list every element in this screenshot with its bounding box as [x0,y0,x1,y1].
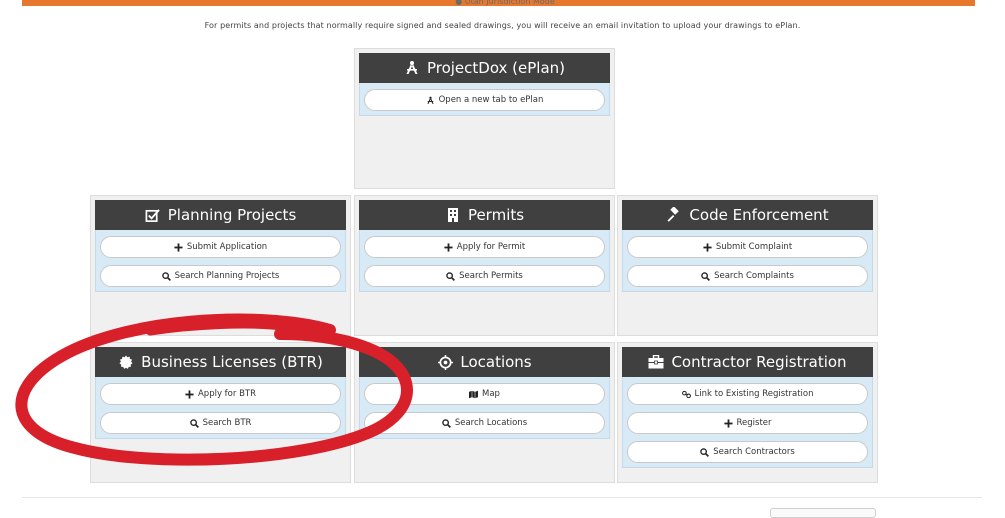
card-business-licenses: Business Licenses (BTR) Apply for BTR Se… [90,342,351,483]
apply-for-permit-button[interactable]: Apply for Permit [364,236,605,258]
card-header-business: Business Licenses (BTR) [95,347,346,377]
card-title-contractor: Contractor Registration [671,353,847,371]
submit-application-label: Submit Application [186,242,268,252]
checkbox-edit-icon [145,207,161,223]
link-existing-registration-label: Link to Existing Registration [694,389,814,399]
top-cut-text: ● Utah Jurisdiction Mode [455,0,555,6]
search-icon [700,447,710,457]
search-complaints-button[interactable]: Search Complaints [627,265,868,287]
search-permits-label: Search Permits [459,271,523,281]
plus-icon [174,242,183,252]
card-header-locations: Locations [359,347,610,377]
link-icon [681,390,691,399]
search-planning-projects-button[interactable]: Search Planning Projects [100,265,341,287]
submit-complaint-button[interactable]: Submit Complaint [627,236,868,258]
search-contractors-label: Search Contractors [713,447,795,457]
plus-icon [703,242,712,252]
intro-text: For permits and projects that normally r… [204,21,801,30]
link-existing-registration-button[interactable]: Link to Existing Registration [627,383,868,405]
search-icon [446,271,456,281]
footer-divider [22,497,982,498]
card-contractor-registration: Contractor Registration Link to Existing… [617,342,878,483]
compass-icon [426,96,435,105]
search-btr-label: Search BTR [202,418,252,428]
card-header-permits: Permits [359,200,610,230]
search-locations-button[interactable]: Search Locations [364,412,605,434]
card-header-contractor: Contractor Registration [622,347,873,377]
card-title-projectdox: ProjectDox (ePlan) [426,59,566,77]
submit-complaint-label: Submit Complaint [715,242,793,252]
search-icon [442,418,451,428]
submit-application-button[interactable]: Submit Application [100,236,341,258]
compass-icon [404,60,420,76]
card-title-permits: Permits [467,206,525,224]
bottom-right-button[interactable] [770,508,876,518]
plus-icon [185,389,194,399]
search-btr-button[interactable]: Search BTR [100,412,341,434]
plus-icon [723,418,733,428]
plus-icon [444,242,453,252]
card-body-permits: Apply for Permit Search Permits [359,230,610,292]
map-label: Map [482,389,500,399]
top-accent-bar: ● Utah Jurisdiction Mode [0,0,1005,6]
register-button[interactable]: Register [627,412,868,434]
target-icon [437,354,453,370]
search-complaints-label: Search Complaints [714,271,794,281]
search-locations-label: Search Locations [454,418,528,428]
card-locations: Locations Map Search Locations [354,342,615,483]
card-body-code: Submit Complaint Search Complaints [622,230,873,292]
search-icon [161,271,171,281]
certificate-icon [118,354,134,370]
open-eplan-button[interactable]: Open a new tab to ePlan [364,89,605,111]
card-body-planning: Submit Application Search Planning Proje… [95,230,346,292]
card-body-business: Apply for BTR Search BTR [95,377,346,439]
card-title-planning: Planning Projects [167,206,297,224]
apply-for-btr-button[interactable]: Apply for BTR [100,383,341,405]
card-title-locations: Locations [460,353,532,371]
card-permits: Permits Apply for Permit Search Permits [354,195,615,336]
card-body-projectdox: Open a new tab to ePlan [359,83,610,116]
briefcase-icon [648,354,664,370]
search-icon [189,418,199,428]
search-icon [701,271,711,281]
apply-for-btr-label: Apply for BTR [197,389,257,399]
apply-for-permit-label: Apply for Permit [456,242,526,252]
register-label: Register [736,418,772,428]
card-body-locations: Map Search Locations [359,377,610,439]
building-icon [445,207,461,223]
card-code-enforcement: Code Enforcement Submit Complaint Search… [617,195,878,336]
card-title-business: Business Licenses (BTR) [141,353,323,371]
card-header-projectdox: ProjectDox (ePlan) [359,53,610,83]
open-eplan-label: Open a new tab to ePlan [438,95,544,105]
card-title-code: Code Enforcement [689,206,829,224]
card-projectdox: ProjectDox (ePlan) Open a new tab to ePl… [354,48,615,189]
map-icon [469,390,479,399]
card-planning-projects: Planning Projects Submit Application Sea… [90,195,351,336]
map-button[interactable]: Map [364,383,605,405]
search-contractors-button[interactable]: Search Contractors [627,441,868,463]
gavel-icon [666,207,682,223]
search-planning-projects-label: Search Planning Projects [174,271,280,281]
search-permits-button[interactable]: Search Permits [364,265,605,287]
card-header-planning: Planning Projects [95,200,346,230]
card-header-code: Code Enforcement [622,200,873,230]
card-body-contractor: Link to Existing Registration Register S… [622,377,873,468]
